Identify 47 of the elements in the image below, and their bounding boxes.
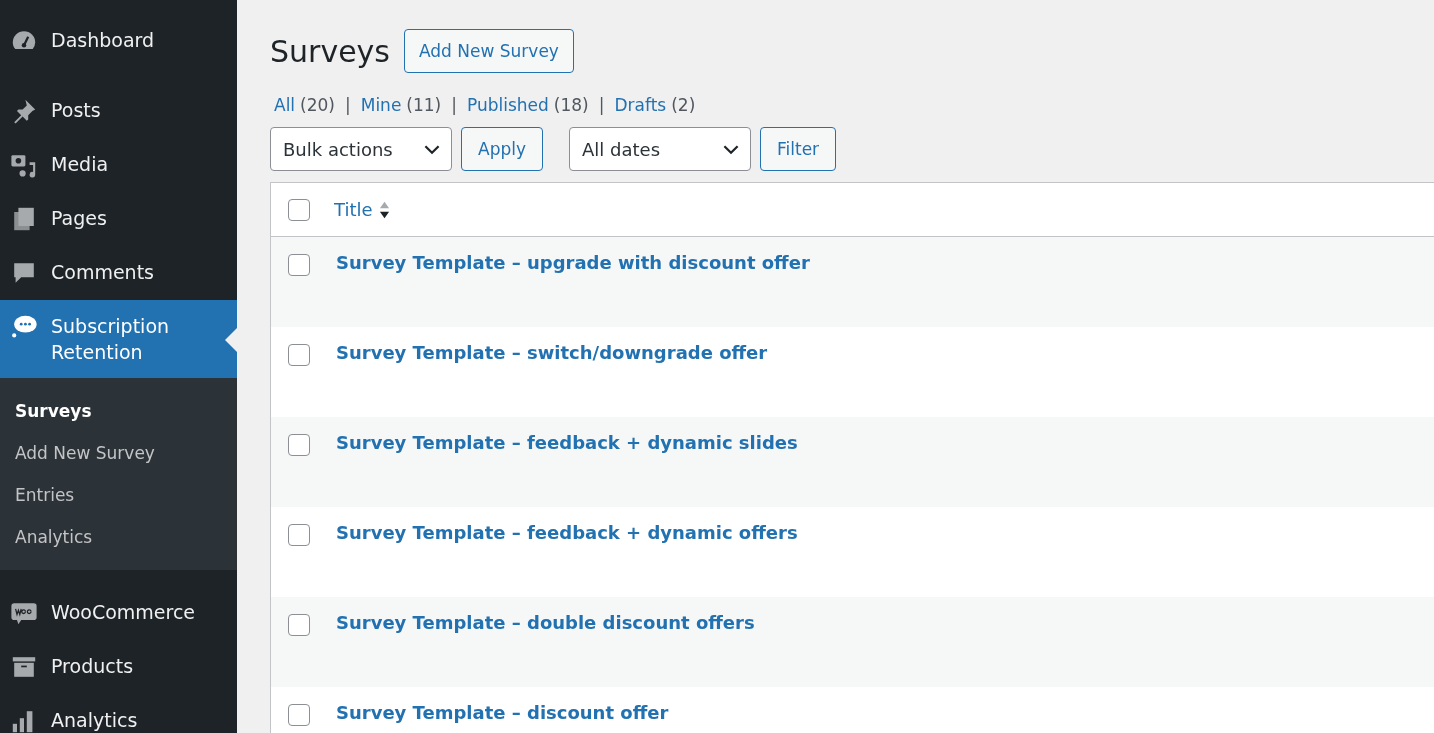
menu-item[interactable]: Pages xyxy=(0,192,237,246)
checkbox[interactable] xyxy=(288,614,310,636)
separator: | xyxy=(345,95,351,115)
view-link[interactable]: Published xyxy=(467,95,549,115)
submenu-item[interactable]: Surveys xyxy=(0,390,237,432)
separator: | xyxy=(598,95,605,115)
view-count: (18) xyxy=(553,95,589,115)
row-title-link[interactable]: Survey Template – switch/downgrade offer xyxy=(336,342,768,363)
submenu-item[interactable]: Entries xyxy=(0,474,237,516)
view-count: (11) xyxy=(406,95,442,115)
menu-item[interactable]: Subscription Retention xyxy=(0,300,237,378)
separator: | xyxy=(451,95,457,115)
bulk-actions-select[interactable]: Bulk actions xyxy=(270,127,452,171)
menu-item[interactable]: Comments xyxy=(0,246,237,300)
checkbox[interactable] xyxy=(288,344,310,366)
row-title-link[interactable]: Survey Template – double discount offers xyxy=(336,612,755,633)
apply-button[interactable]: Apply xyxy=(461,127,543,171)
chevron-icon xyxy=(423,143,441,155)
submenu-item[interactable]: Add New Survey xyxy=(0,432,237,474)
page-title: Surveys xyxy=(270,33,390,69)
view-count: (20) xyxy=(300,95,335,115)
checkbox[interactable] xyxy=(288,254,310,276)
menu-item[interactable]: Analytics xyxy=(0,694,237,733)
checkbox[interactable] xyxy=(288,198,310,221)
view-link[interactable]: Mine xyxy=(360,95,402,115)
submenu-item[interactable]: Analytics xyxy=(0,516,237,558)
row-title-link[interactable]: Survey Template – feedback + dynamic offers xyxy=(336,522,798,543)
menu-item[interactable]: Media xyxy=(0,138,237,192)
menu-item[interactable]: Posts xyxy=(0,84,237,138)
add-new-button[interactable]: Add New Survey xyxy=(404,29,574,73)
date-select[interactable]: All dates xyxy=(569,127,751,171)
checkbox[interactable] xyxy=(288,524,310,546)
row-title-link[interactable]: Survey Template – discount offer xyxy=(336,702,669,723)
checkbox[interactable] xyxy=(288,434,310,456)
row-title-link[interactable]: Survey Template – feedback + dynamic slides xyxy=(336,432,798,453)
menu-item[interactable]: Dashboard xyxy=(0,14,237,68)
sort-icon[interactable] xyxy=(378,199,390,220)
view-link[interactable]: All xyxy=(274,95,296,115)
view-count: (2) xyxy=(671,95,696,115)
menu-item[interactable]: WooCommerce xyxy=(0,586,237,640)
filter-button[interactable]: Filter xyxy=(760,127,837,171)
checkbox[interactable] xyxy=(288,704,310,726)
chevron-icon xyxy=(722,143,740,155)
row-title-link[interactable]: Survey Template – upgrade with discount offer xyxy=(336,252,810,273)
column-header[interactable]: Title xyxy=(334,199,373,220)
view-link[interactable]: Drafts xyxy=(614,95,667,115)
menu-item[interactable]: Products xyxy=(0,640,237,694)
